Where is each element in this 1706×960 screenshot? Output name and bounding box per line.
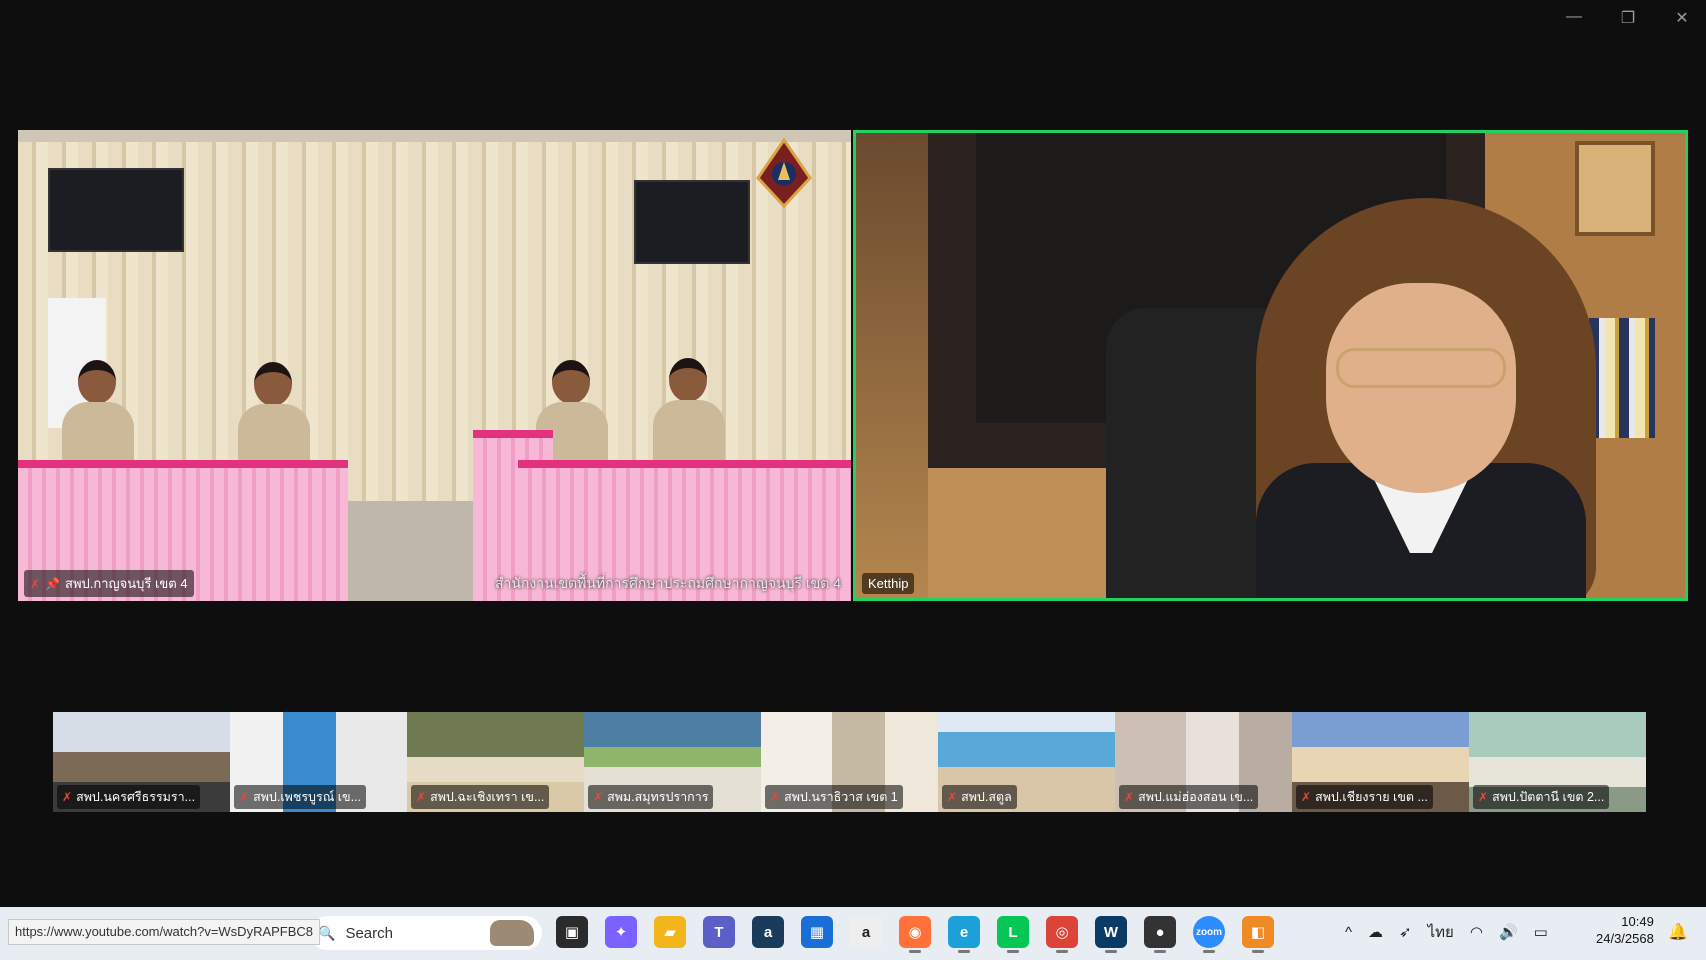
- thumbnail-tile[interactable]: ✗ สพป.เพชรบูรณ์ เข...: [230, 712, 407, 812]
- office-emblem-icon: [756, 138, 812, 208]
- participant-name: สพป.ฉะเชิงเทรา เข...: [430, 790, 545, 804]
- thumbnail-tile[interactable]: ✗ สพป.ฉะเชิงเทรา เข...: [407, 712, 584, 812]
- notification-bell-icon[interactable]: 🔔: [1668, 922, 1688, 942]
- participant-name: สพป.เชียงราย เขต ...: [1315, 790, 1428, 804]
- battery-icon[interactable]: ▭: [1534, 923, 1548, 941]
- clock-date: 24/3/2568: [1596, 931, 1654, 946]
- mic-muted-icon: ✗: [593, 790, 604, 804]
- participant-name-tag: ✗ 📌 สพป.กาญจนบุรี เขต 4: [24, 570, 194, 597]
- tile-caption: สำนักงานเขตพื้นที่การศึกษาประถมศึกษากาญจ…: [494, 575, 841, 591]
- copilot-icon[interactable]: ✦: [605, 916, 637, 948]
- input-language[interactable]: ไทย: [1428, 920, 1454, 944]
- mic-muted-icon: ✗: [1301, 790, 1312, 804]
- tv-screen: [48, 168, 184, 252]
- participant-name: สพป.กาญจนบุรี เขต 4: [65, 576, 188, 591]
- bookshelf: [856, 133, 928, 598]
- participant-name: สพม.สมุทรปราการ: [607, 790, 709, 804]
- mic-muted-icon: ✗: [416, 790, 427, 804]
- app-dark-icon[interactable]: ●: [1144, 916, 1176, 953]
- task-view-icon[interactable]: ▣: [556, 916, 588, 948]
- window-controls: — ❐ ✕: [1564, 8, 1692, 28]
- mic-muted-icon: ✗: [62, 790, 73, 804]
- video-tile-ketthip[interactable]: Ketthip: [853, 130, 1688, 601]
- close-icon[interactable]: ✕: [1672, 8, 1692, 28]
- restore-icon[interactable]: ❐: [1618, 8, 1638, 28]
- participant-name: สพป.สตูล: [961, 790, 1012, 804]
- participant-name: สพป.แม่ฮ่องสอน เข...: [1138, 790, 1254, 804]
- mic-muted-icon: ✗: [1478, 790, 1489, 804]
- clock-time: 10:49: [1621, 914, 1654, 929]
- file-explorer-icon[interactable]: ▰: [654, 916, 686, 948]
- thumbnail-tile[interactable]: ✗ สพป.เชียงราย เขต ...: [1292, 712, 1469, 812]
- app-orange-icon[interactable]: ◧: [1242, 916, 1274, 953]
- mic-muted-icon: ✗: [947, 790, 958, 804]
- thumbnail-tile[interactable]: ✗ สพป.แม่ฮ่องสอน เข...: [1115, 712, 1292, 812]
- webex-icon[interactable]: W: [1095, 916, 1127, 953]
- participant-name: สพป.เพชรบูรณ์ เข...: [253, 790, 362, 804]
- thumbnail-tile[interactable]: ✗ สพป.ปัตตานี เขต 2...: [1469, 712, 1646, 812]
- thumbnail-tile[interactable]: ✗ สพป.นครศรีธรรมรา...: [53, 712, 230, 812]
- participant-name: สพป.นครศรีธรรมรา...: [76, 790, 196, 804]
- mic-muted-icon: ✗: [1124, 790, 1135, 804]
- amazon-icon[interactable]: a: [850, 916, 882, 948]
- volume-icon[interactable]: 🔊: [1499, 923, 1518, 941]
- chrome-icon[interactable]: ◎: [1046, 916, 1078, 953]
- taskbar-search[interactable]: 🔍 Search: [310, 916, 542, 950]
- video-tile-kanchanaburi[interactable]: สำนักงานเขตพื้นที่การศึกษาประถมศึกษากาญจ…: [18, 130, 851, 601]
- edge-icon[interactable]: e: [948, 916, 980, 953]
- system-tray: ^ ☁ ➶ ไทย ◠ 🔊 ▭: [1345, 916, 1548, 948]
- participant-person: [238, 362, 310, 474]
- search-placeholder: Search: [345, 924, 393, 942]
- thumbnail-tile[interactable]: ✗ สพป.สตูล: [938, 712, 1115, 812]
- participant-person: [62, 360, 134, 472]
- thumbnail-tile[interactable]: ✗ สพป.นราธิวาส เขต 1: [761, 712, 938, 812]
- mic-muted-icon: ✗: [30, 576, 41, 591]
- mic-muted-icon: ✗: [770, 790, 781, 804]
- amazon-shop-icon[interactable]: a: [752, 916, 784, 948]
- teams-icon[interactable]: T: [703, 916, 735, 948]
- tv-screen: [634, 180, 750, 264]
- participant-name-tag: Ketthip: [862, 573, 915, 594]
- participant-person: [653, 358, 725, 470]
- link-url-tooltip: https://www.youtube.com/watch?v=WsDyRAPF…: [8, 919, 321, 945]
- thumbnail-tile[interactable]: ✗ สพม.สมุทรปราการ: [584, 712, 761, 812]
- show-hidden-icons-chevron-icon[interactable]: ^: [1345, 924, 1352, 941]
- search-icon: 🔍: [318, 924, 336, 941]
- glasses: [1336, 348, 1506, 388]
- firefox-icon[interactable]: ◉: [899, 916, 931, 953]
- pin-icon[interactable]: 📌: [45, 577, 60, 591]
- mic-muted-icon: ✗: [239, 790, 250, 804]
- wall-picture: [1575, 141, 1655, 236]
- line-icon[interactable]: L: [997, 916, 1029, 953]
- search-highlight-image: [490, 920, 534, 946]
- taskbar-apps: ▣ ✦ ▰ Ta ▦ a ◉ e L ◎ W ● zoom ◧: [556, 916, 1274, 953]
- wifi-icon[interactable]: ◠: [1470, 923, 1483, 941]
- participant-name: Ketthip: [868, 576, 909, 591]
- location-icon[interactable]: ➶: [1399, 923, 1412, 941]
- minimize-icon[interactable]: —: [1564, 8, 1584, 28]
- microsoft-store-icon[interactable]: ▦: [801, 916, 833, 948]
- taskbar-clock[interactable]: 10:49 24/3/2568: [1596, 913, 1654, 947]
- participant-name: สพป.นราธิวาส เขต 1: [784, 790, 898, 804]
- security-status-icon[interactable]: ☁: [1368, 923, 1383, 941]
- participant-name: สพป.ปัตตานี เขต 2...: [1492, 790, 1605, 804]
- zoom-icon[interactable]: zoom: [1193, 916, 1225, 953]
- thumbnail-strip: ✗ สพป.นครศรีธรรมรา... ✗ สพป.เพชรบูรณ์ เข..…: [53, 712, 1653, 812]
